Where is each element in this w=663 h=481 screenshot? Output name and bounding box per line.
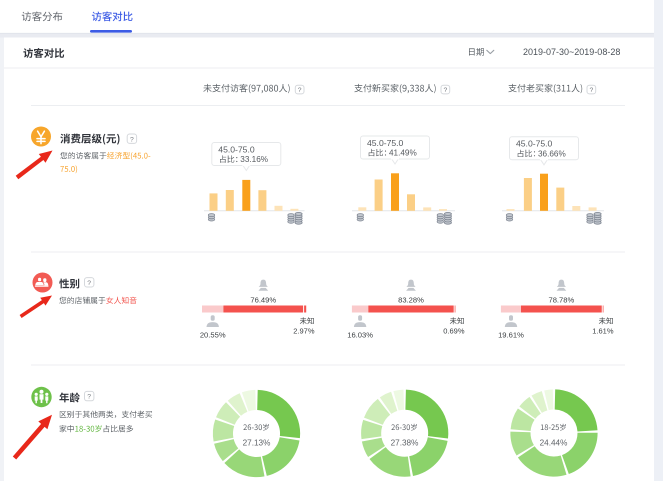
- svg-text:1.61%: 1.61%: [592, 327, 614, 336]
- svg-text:2.97%: 2.97%: [293, 327, 315, 336]
- svg-text:33.16%: 33.16%: [240, 155, 268, 164]
- svg-text:?: ?: [443, 87, 447, 94]
- svg-text:36.66%: 36.66%: [538, 149, 566, 158]
- svg-text:24.44%: 24.44%: [540, 439, 568, 448]
- svg-text:?: ?: [298, 87, 302, 94]
- svg-text:?: ?: [87, 394, 91, 401]
- svg-text:0.69%: 0.69%: [443, 327, 465, 336]
- svg-text:41.49%: 41.49%: [389, 149, 417, 158]
- svg-text:27.13%: 27.13%: [243, 439, 271, 448]
- svg-text:83.28%: 83.28%: [398, 295, 424, 304]
- svg-text:20.55%: 20.55%: [200, 330, 226, 339]
- svg-text:45.0-75.0: 45.0-75.0: [367, 138, 404, 148]
- svg-text:?: ?: [130, 136, 134, 143]
- svg-text:45.0-75.0: 45.0-75.0: [218, 144, 255, 154]
- svg-text:27.38%: 27.38%: [391, 439, 419, 448]
- svg-text:2019-07-30~2019-08-28: 2019-07-30~2019-08-28: [523, 47, 620, 57]
- svg-text:76.49%: 76.49%: [250, 295, 276, 304]
- svg-text:45.0-75.0: 45.0-75.0: [516, 139, 553, 149]
- svg-text:?: ?: [87, 280, 91, 287]
- svg-text:19.61%: 19.61%: [498, 330, 524, 339]
- svg-text:?: ?: [589, 87, 593, 94]
- svg-text:16.03%: 16.03%: [347, 330, 373, 339]
- svg-text:78.78%: 78.78%: [548, 295, 574, 304]
